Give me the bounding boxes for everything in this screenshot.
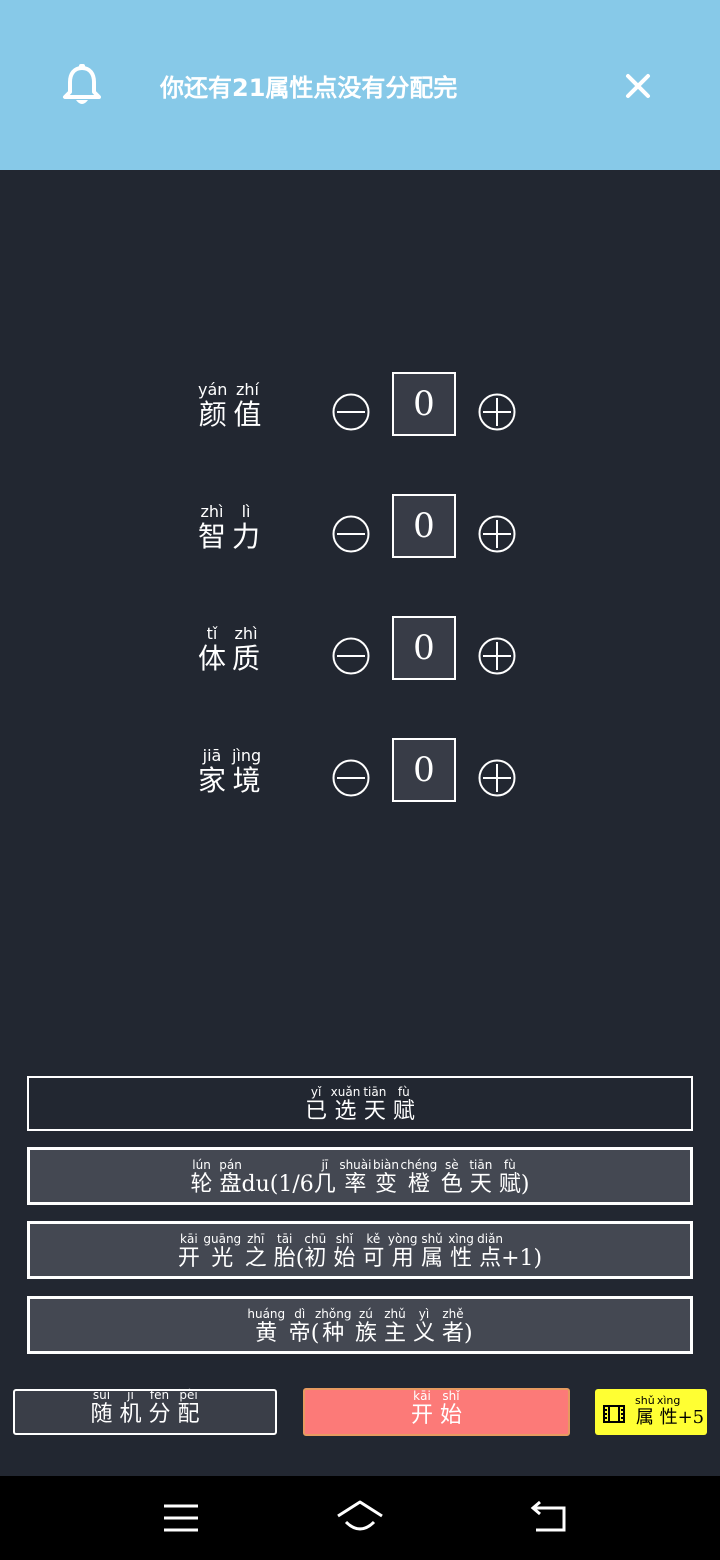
stat-row-appearance: 颜yán值zhí 0 bbox=[0, 372, 720, 438]
talent-kaiguang-button[interactable]: 开kāi 光guāng 之zhī 胎tāi(初chū 始shǐ 可kě 用yòn… bbox=[27, 1221, 693, 1279]
button-label: 开kāi 始shǐ bbox=[410, 1389, 463, 1428]
stat-label: 智zhì力lì bbox=[198, 502, 261, 553]
stat-value: 0 bbox=[392, 372, 456, 436]
random-allocate-button[interactable]: 随suí 机jī 分fēn 配pèi bbox=[13, 1388, 277, 1435]
home-icon[interactable] bbox=[336, 1498, 384, 1536]
button-label: 黄huáng 帝dì(种zhǒng 族zú 主zhǔ 义yì 者zhě) bbox=[247, 1307, 473, 1346]
stat-value: 0 bbox=[392, 616, 456, 680]
stat-row-intelligence: 智zhì力lì 0 bbox=[0, 494, 720, 560]
notification-banner: 你还有21属性点没有分配完 bbox=[0, 0, 720, 170]
button-label: 已yǐ 选xuǎn 天tiān 赋fù bbox=[305, 1085, 415, 1124]
stat-label: 家jiā境jìng bbox=[198, 746, 262, 797]
plus-button[interactable] bbox=[477, 758, 517, 798]
plus-button[interactable] bbox=[477, 636, 517, 676]
minus-button[interactable] bbox=[331, 514, 371, 554]
stat-label: 颜yán值zhí bbox=[198, 380, 262, 431]
stat-label: 体tǐ质zhì bbox=[198, 624, 261, 675]
stat-row-constitution: 体tǐ质zhì 0 bbox=[0, 616, 720, 682]
button-label: 轮lún 盘pándu(1/6几jī 率shuài 变biàn 橙chéng 色… bbox=[190, 1158, 530, 1197]
film-icon bbox=[603, 1405, 625, 1423]
minus-button[interactable] bbox=[331, 758, 371, 798]
selected-talents-button[interactable]: 已yǐ 选xuǎn 天tiān 赋fù bbox=[27, 1076, 693, 1131]
button-label: 属shǔ 性xìng+5 bbox=[635, 1394, 705, 1428]
plus-button[interactable] bbox=[477, 514, 517, 554]
talent-wheel-button[interactable]: 轮lún 盘pándu(1/6几jī 率shuài 变biàn 橙chéng 色… bbox=[27, 1147, 693, 1205]
minus-button[interactable] bbox=[331, 636, 371, 676]
bell-icon bbox=[63, 64, 101, 104]
menu-icon[interactable] bbox=[163, 1502, 199, 1534]
close-icon[interactable] bbox=[624, 72, 652, 100]
plus-button[interactable] bbox=[477, 392, 517, 432]
stat-value: 0 bbox=[392, 494, 456, 558]
minus-button[interactable] bbox=[331, 392, 371, 432]
talent-huangdi-button[interactable]: 黄huáng 帝dì(种zhǒng 族zú 主zhǔ 义yì 者zhě) bbox=[27, 1296, 693, 1354]
back-icon[interactable] bbox=[530, 1500, 568, 1534]
button-label: 开kāi 光guāng 之zhī 胎tāi(初chū 始shǐ 可kě 用yòn… bbox=[177, 1232, 543, 1271]
stat-value: 0 bbox=[392, 738, 456, 802]
button-label: 随suí 机jī 分fēn 配pèi bbox=[90, 1388, 200, 1427]
notification-message: 你还有21属性点没有分配完 bbox=[160, 74, 458, 102]
start-button[interactable]: 开kāi 始shǐ bbox=[303, 1388, 570, 1436]
stat-row-family: 家jiā境jìng 0 bbox=[0, 738, 720, 804]
system-navbar bbox=[0, 1476, 720, 1560]
attribute-ad-button[interactable]: 属shǔ 性xìng+5 bbox=[595, 1389, 707, 1435]
